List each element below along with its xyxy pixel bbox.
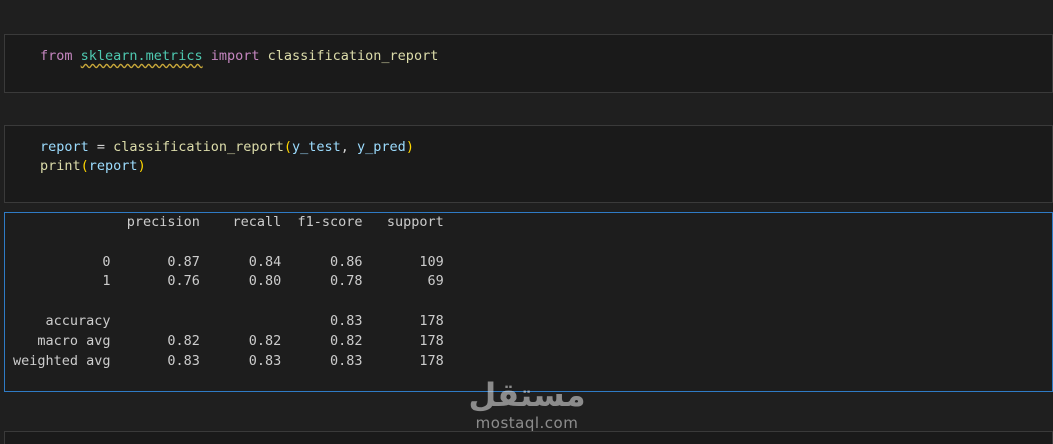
open-paren: ( — [283, 139, 292, 155]
module-name: sklearn.metrics — [80, 48, 203, 64]
watermark-logo-text: مستقل — [468, 376, 586, 414]
code-cell-report[interactable]: report = classification_report(y_test, y… — [4, 125, 1053, 203]
function-call: classification_report — [113, 139, 284, 155]
close-paren: ) — [405, 139, 414, 155]
variable-report: report — [40, 139, 89, 155]
print-close-paren: ) — [137, 158, 146, 174]
arg-y-pred: y_pred — [357, 139, 406, 155]
output-line-class-0: 0 0.87 0.84 0.86 109 — [13, 254, 444, 270]
assign-operator: = — [88, 139, 114, 155]
output-line-weighted-avg: weighted avg 0.83 0.83 0.83 178 — [13, 353, 444, 369]
watermark-url: mostaql.com — [475, 414, 579, 432]
print-open-paren: ( — [80, 158, 89, 174]
keyword-from: from — [40, 48, 73, 64]
mostaql-watermark: مستقل mostaql.com — [466, 376, 588, 438]
output-line-class-1: 1 0.76 0.80 0.78 69 — [13, 273, 444, 289]
arg-y-test: y_test — [292, 139, 341, 155]
output-line-macro-avg: macro avg 0.82 0.82 0.82 178 — [13, 333, 444, 349]
code-line-print: print(report) — [40, 158, 146, 174]
output-line-header: precision recall f1-score support — [13, 214, 444, 230]
code-cell-import[interactable]: from sklearn.metrics import classificati… — [4, 34, 1053, 93]
print-function: print — [40, 158, 81, 174]
code-line-import: from sklearn.metrics import classificati… — [40, 48, 438, 64]
notebook-page: from sklearn.metrics import classificati… — [0, 0, 1053, 444]
output-line-accuracy: accuracy 0.83 178 — [13, 313, 444, 329]
print-arg: report — [88, 158, 138, 174]
cell-output[interactable]: precision recall f1-score support 0 0.87… — [4, 212, 1053, 392]
arg-separator: , — [340, 139, 358, 155]
imported-function: classification_report — [267, 48, 439, 64]
keyword-import: import — [210, 48, 260, 64]
code-line-assign: report = classification_report(y_test, y… — [40, 139, 414, 155]
